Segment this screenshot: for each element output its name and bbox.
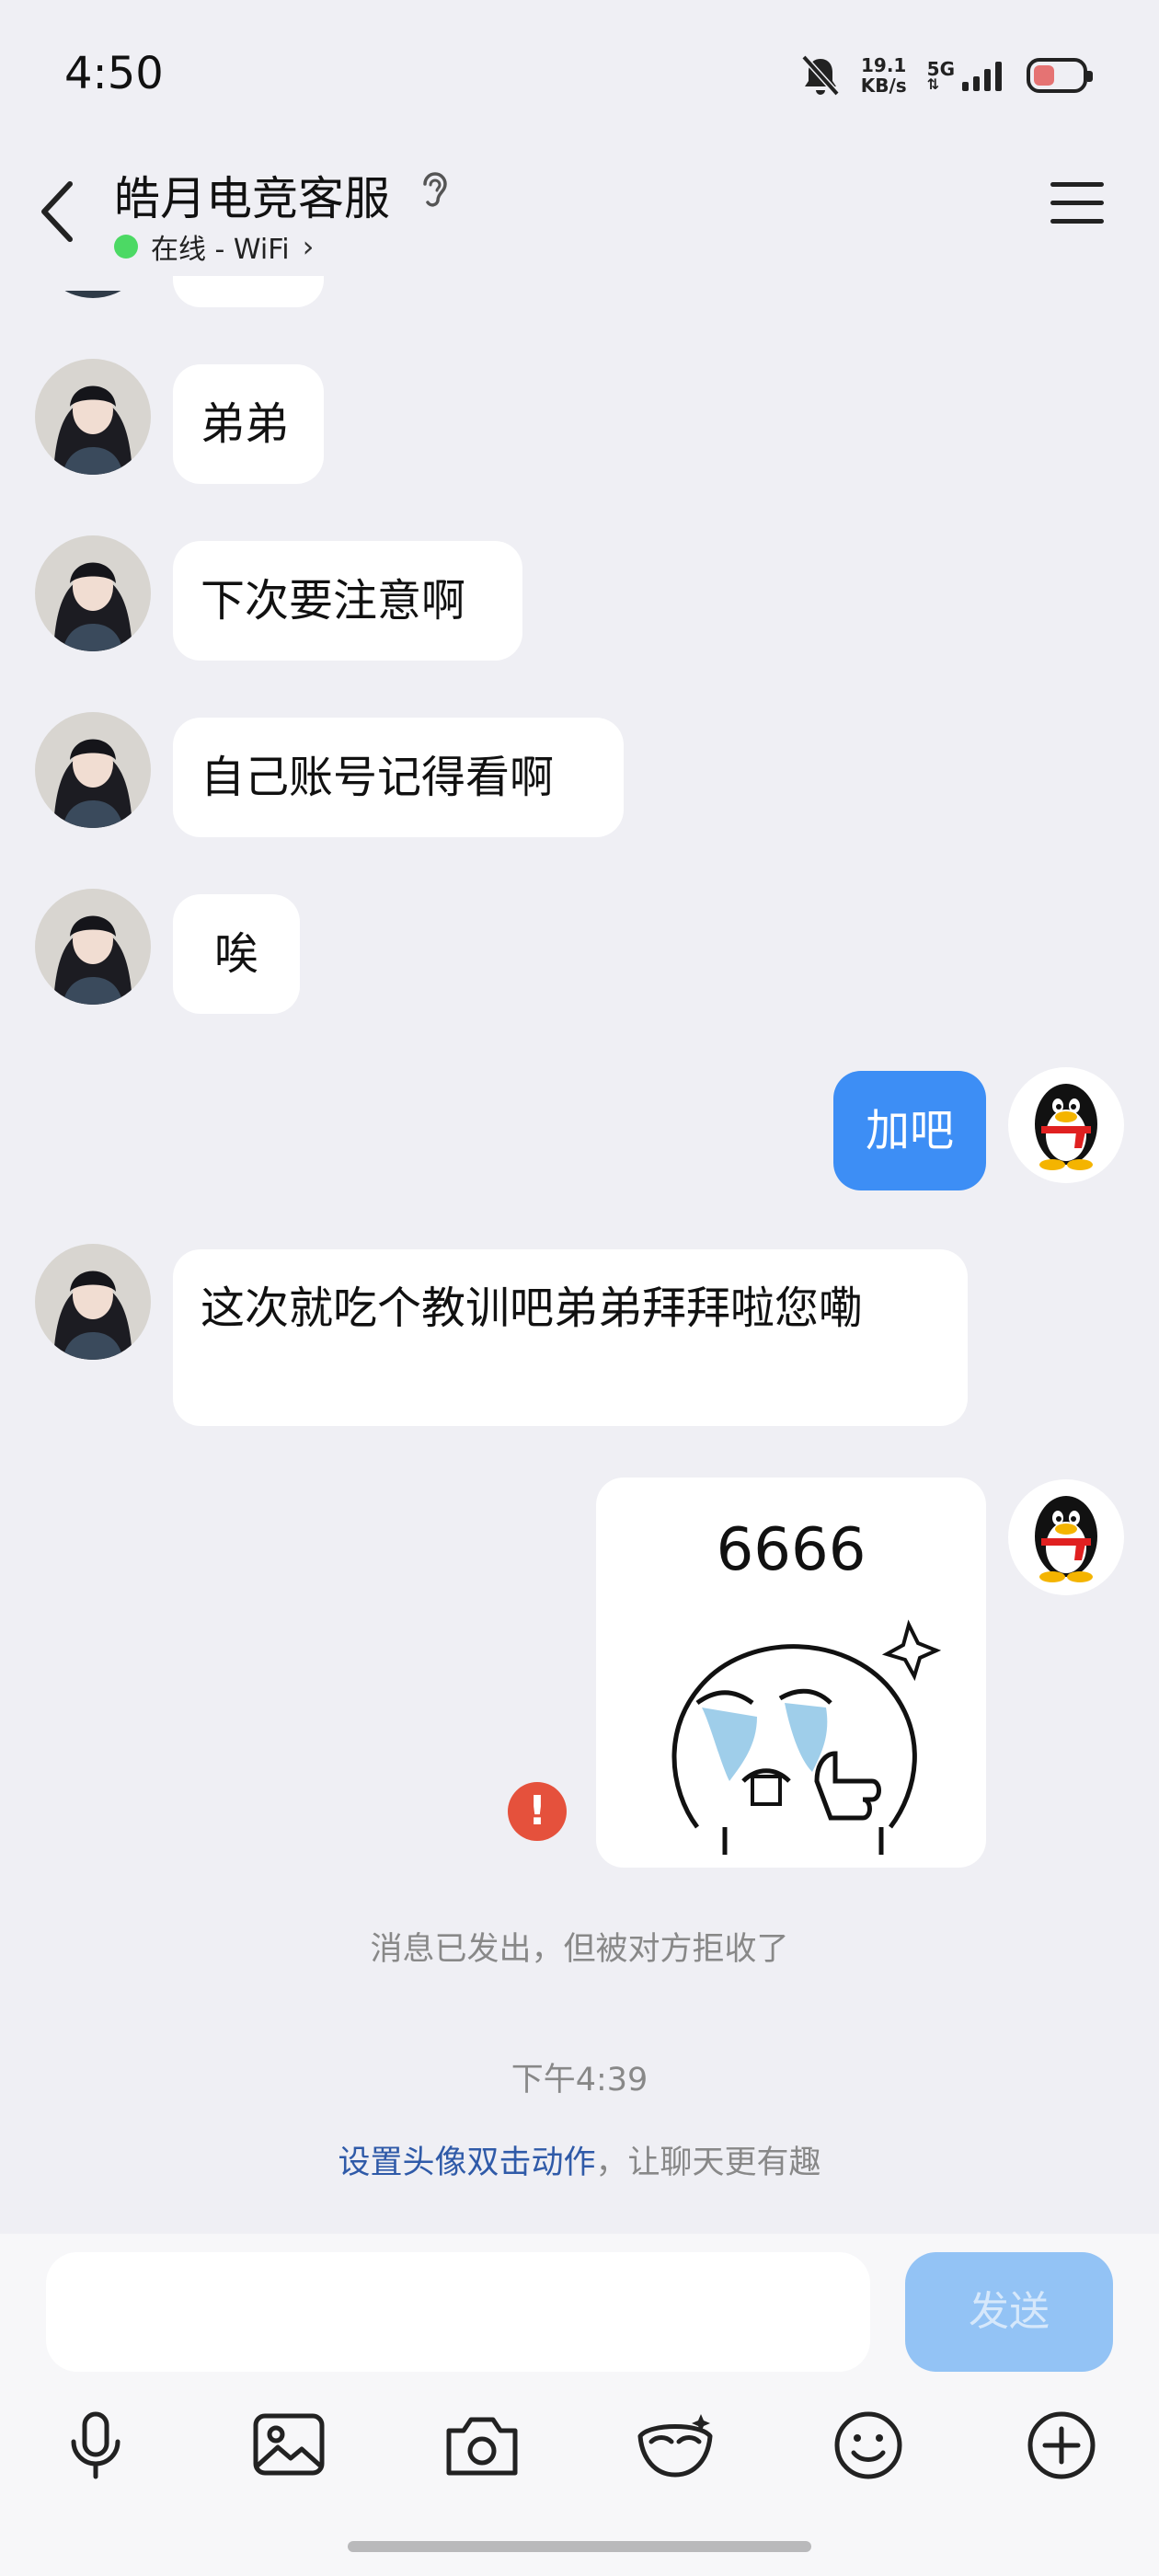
my-avatar-penguin-icon[interactable] bbox=[1008, 1067, 1124, 1183]
face-mask-icon[interactable] bbox=[629, 2409, 721, 2482]
contact-avatar[interactable] bbox=[35, 889, 151, 1005]
message-bubble[interactable]: 这次就吃个教训吧弟弟拜拜啦您嘞 bbox=[173, 1249, 968, 1426]
network-type: 5G ⇅ bbox=[926, 58, 955, 93]
status-icons: 19.1 KB/s 5G ⇅ bbox=[800, 50, 1093, 101]
battery-icon bbox=[1027, 58, 1093, 93]
my-avatar-penguin-icon[interactable] bbox=[1008, 1479, 1124, 1595]
avatar-action-tip: 设置头像双击动作，让聊天更有趣 bbox=[0, 2136, 1159, 2183]
signal-group: 5G ⇅ bbox=[926, 58, 1006, 93]
menu-icon[interactable] bbox=[1050, 182, 1104, 226]
set-avatar-action-link[interactable]: 设置头像双击动作 bbox=[338, 2145, 595, 2181]
camera-icon[interactable] bbox=[436, 2409, 528, 2482]
home-indicator[interactable] bbox=[348, 2541, 811, 2552]
network-speed: 19.1 KB/s bbox=[861, 55, 907, 96]
mute-bell-icon bbox=[801, 54, 840, 97]
rejected-notice: 消息已发出，但被对方拒收了 bbox=[370, 1931, 789, 1968]
speed-unit: KB/s bbox=[860, 75, 907, 97]
tip-text: ，让聊天更有趣 bbox=[595, 2145, 821, 2181]
online-status[interactable]: 在线 - WiFi › bbox=[114, 226, 314, 267]
message-input[interactable] bbox=[46, 2252, 870, 2372]
message-bubble-partial[interactable] bbox=[173, 276, 324, 307]
status-time: 4:50 bbox=[64, 48, 164, 99]
contact-avatar[interactable] bbox=[35, 535, 151, 651]
emoji-icon[interactable] bbox=[822, 2409, 914, 2482]
plus-icon[interactable] bbox=[1016, 2409, 1107, 2482]
back-arrow-icon[interactable] bbox=[37, 175, 83, 248]
contact-avatar[interactable] bbox=[35, 712, 151, 828]
message-bubble[interactable]: 唉 bbox=[173, 894, 300, 1014]
online-dot bbox=[114, 235, 138, 259]
message-timestamp: 下午4:39 bbox=[511, 2062, 648, 2099]
error-icon[interactable]: ! bbox=[508, 1782, 567, 1841]
contact-avatar[interactable] bbox=[35, 1244, 151, 1360]
ear-icon[interactable] bbox=[419, 167, 451, 212]
message-bubble[interactable]: 自己账号记得看啊 bbox=[173, 718, 624, 837]
message-bubble[interactable]: 下次要注意啊 bbox=[173, 541, 522, 661]
my-message-bubble[interactable]: 加吧 bbox=[833, 1071, 986, 1190]
crying-face-sticker-icon bbox=[671, 1619, 942, 1855]
speed-value: 19.1 bbox=[861, 54, 907, 76]
online-status-text: 在线 - WiFi bbox=[151, 234, 290, 266]
chat-title[interactable]: 皓月电竞客服 bbox=[114, 162, 390, 228]
message-bubble[interactable]: 弟弟 bbox=[173, 364, 324, 484]
image-icon[interactable] bbox=[243, 2409, 335, 2482]
sticker-message[interactable]: 6666 bbox=[596, 1478, 986, 1868]
chevron-right-icon: › bbox=[302, 229, 315, 264]
microphone-icon[interactable] bbox=[50, 2409, 142, 2482]
send-button[interactable]: 发送 bbox=[905, 2252, 1113, 2372]
contact-avatar[interactable] bbox=[35, 359, 151, 475]
signal-icon bbox=[962, 62, 1002, 91]
